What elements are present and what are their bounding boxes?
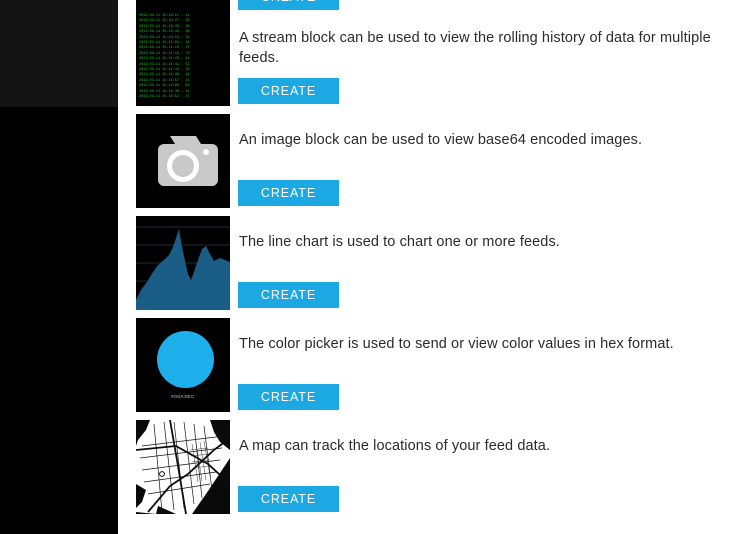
color-picker-thumbnail[interactable]: #00A3EC bbox=[136, 318, 230, 412]
sidebar-upper-section bbox=[0, 0, 118, 107]
block-description: The color picker is used to send or view… bbox=[239, 336, 674, 352]
area-chart-graphic bbox=[136, 216, 230, 310]
stream-log-text: 2013-03-11 15:10:17 - 21 2013-03-11 15:1… bbox=[139, 14, 190, 100]
clipped-thumbnail[interactable] bbox=[136, 0, 230, 12]
block-description: An image block can be used to view base6… bbox=[239, 132, 643, 148]
create-button-image[interactable]: CREATE bbox=[238, 180, 339, 206]
line-chart-thumbnail[interactable] bbox=[136, 216, 230, 310]
map-thumbnail[interactable] bbox=[136, 420, 230, 514]
street-map-graphic bbox=[136, 420, 230, 514]
block-description: A stream block can be used to view the r… bbox=[239, 30, 711, 66]
camera-icon bbox=[136, 114, 230, 208]
block-description: The line chart is used to chart one or m… bbox=[239, 234, 560, 250]
block-list-item-line-chart: The line chart is used to chart one or m… bbox=[118, 216, 745, 318]
block-list-item-map: A map can track the locations of your fe… bbox=[118, 420, 745, 522]
block-list-item-image: An image block can be used to view base6… bbox=[118, 114, 745, 216]
create-button-stream[interactable]: CREATE bbox=[238, 78, 339, 104]
block-list-panel: CREATE 2013-03-11 15:10:17 - 21 2013-03-… bbox=[118, 0, 745, 534]
image-thumbnail[interactable] bbox=[136, 114, 230, 208]
create-button-color-picker[interactable]: CREATE bbox=[238, 384, 339, 410]
create-button-line-chart[interactable]: CREATE bbox=[238, 282, 339, 308]
left-sidebar bbox=[0, 0, 118, 534]
create-button[interactable]: CREATE bbox=[238, 0, 339, 10]
color-hex-label: #00A3EC bbox=[171, 394, 195, 399]
block-list-item: CREATE bbox=[118, 0, 745, 12]
color-swatch-circle bbox=[157, 331, 214, 388]
create-button-map[interactable]: CREATE bbox=[238, 486, 339, 512]
stream-thumbnail[interactable]: 2013-03-11 15:10:17 - 21 2013-03-11 15:1… bbox=[136, 12, 230, 106]
block-list-item-stream: 2013-03-11 15:10:17 - 21 2013-03-11 15:1… bbox=[118, 12, 745, 114]
block-list-item-color-picker: #00A3EC The color picker is used to send… bbox=[118, 318, 745, 420]
block-description: A map can track the locations of your fe… bbox=[239, 438, 551, 454]
